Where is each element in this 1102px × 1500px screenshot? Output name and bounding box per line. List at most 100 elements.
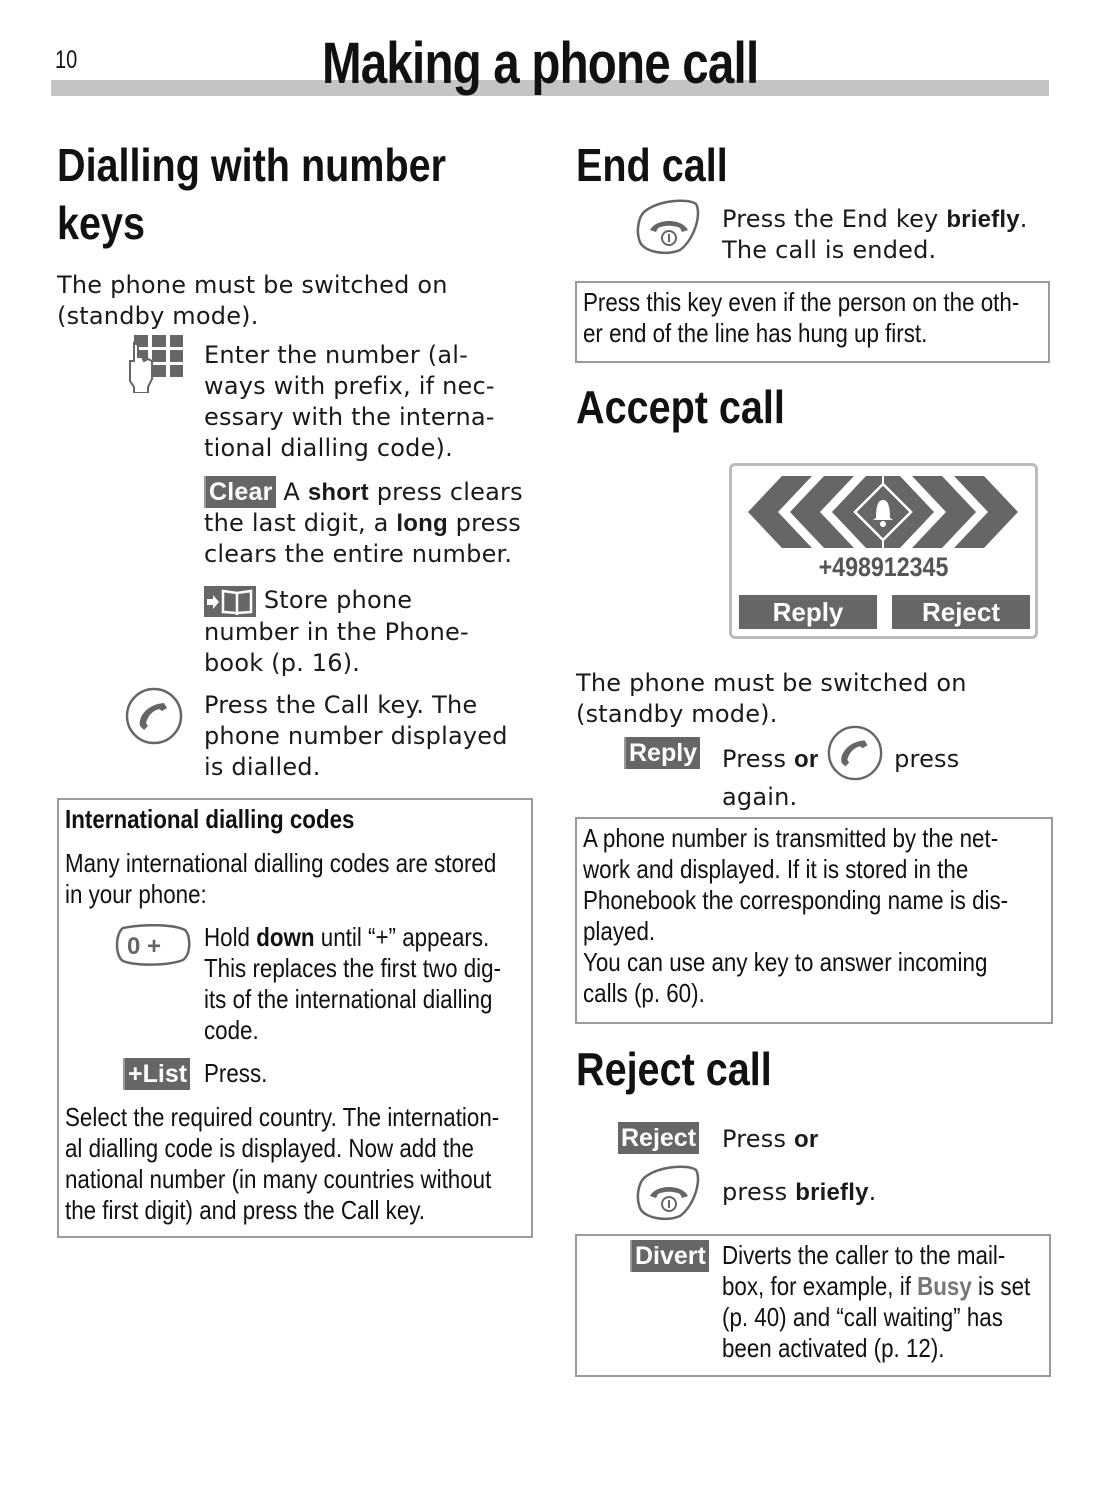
intl-dialling-box: International dialling codes Many intern… xyxy=(57,798,533,1238)
heading-reject-call: Reject call xyxy=(576,1043,772,1095)
text-line: clears the entire number. xyxy=(204,540,513,568)
section-end-call: End call xyxy=(576,136,752,194)
text: Press xyxy=(722,1125,787,1153)
phonebook-icon xyxy=(207,589,253,615)
text-line: in your phone: xyxy=(65,879,207,909)
intl-box-title: International dialling codes xyxy=(65,804,355,834)
text: press clears xyxy=(376,478,523,506)
text: until “+” appears. xyxy=(320,922,490,952)
text-line: been activated (p. 12). xyxy=(722,1333,945,1363)
section-accept-call: Accept call xyxy=(576,378,819,436)
store-phonebook-softkey[interactable] xyxy=(204,585,256,617)
text-line: its of the international dialling xyxy=(204,984,493,1014)
clear-softkey[interactable]: Clear xyxy=(204,476,276,508)
text-line: work and displayed. If it is stored in t… xyxy=(583,854,969,884)
display-reply-softkey[interactable]: Reply xyxy=(739,595,877,629)
call-key-icon[interactable] xyxy=(124,686,184,746)
call-key-text: Press the Call key. The phone number dis… xyxy=(204,690,508,783)
reject-end-key-text: press briefly. xyxy=(722,1177,876,1208)
text-line: national number (in many countries witho… xyxy=(65,1164,492,1194)
list-press-text: Press. xyxy=(204,1058,268,1088)
text-line: Phonebook the corresponding name is dis- xyxy=(583,885,1009,915)
accept-call-note-box: A phone number is transmitted by the net… xyxy=(575,817,1053,1024)
text-line: number in the Phone- xyxy=(204,617,469,646)
text-line: er end of the line has hung up first. xyxy=(583,318,928,348)
text-line: You can use any key to answer incoming xyxy=(583,947,988,977)
store-instruction: Store phone number in the Phone- book (p… xyxy=(204,585,469,679)
text-line: The phone must be switched on xyxy=(576,669,967,697)
bold-text: short xyxy=(307,479,369,506)
bold-text: or xyxy=(794,746,819,773)
text: Press the End key xyxy=(722,205,939,233)
bold-text: briefly xyxy=(946,206,1020,233)
accept-call-note: A phone number is transmitted by the net… xyxy=(583,823,1065,1009)
end-key-icon[interactable] xyxy=(636,198,700,256)
bold-text: briefly xyxy=(795,1179,869,1206)
text-line: tional dialling code). xyxy=(204,434,453,462)
text: press xyxy=(722,1178,788,1206)
intl-box-intro: Many international dialling codes are st… xyxy=(65,848,547,910)
reply-softkey[interactable]: Reply xyxy=(624,737,701,769)
text: box, for example, if xyxy=(722,1271,911,1301)
busy-setting-link[interactable]: Busy xyxy=(917,1271,972,1301)
divert-softkey[interactable]: Divert xyxy=(630,1240,709,1272)
text-line: phone number displayed xyxy=(204,722,508,750)
list-softkey[interactable]: +List xyxy=(123,1058,191,1090)
bold-text: down xyxy=(256,922,315,952)
heading-accept-call: Accept call xyxy=(576,381,785,433)
text-line: code. xyxy=(204,1015,259,1045)
text-line: is dialled. xyxy=(204,753,321,781)
display-reject-softkey[interactable]: Reject xyxy=(892,595,1030,629)
section-dialling: Dialling with number keys xyxy=(57,136,509,252)
text: . xyxy=(868,1178,877,1206)
hold-down-text: Hold down until “+” appears. This replac… xyxy=(204,922,531,1046)
dialling-intro: The phone must be switched on (standby m… xyxy=(57,270,448,332)
reply-instruction: Press or press again. xyxy=(722,725,960,813)
text-line: ways with prefix, if nec- xyxy=(204,372,495,400)
reject-instruction: Press or xyxy=(722,1124,818,1155)
text-line: A phone number is transmitted by the net… xyxy=(583,823,999,853)
caller-number: +498912345 xyxy=(818,552,949,582)
text: Press xyxy=(722,745,787,773)
select-country-text: Select the required country. The interna… xyxy=(65,1102,547,1226)
text-line: played. xyxy=(583,916,656,946)
text: Store phone xyxy=(263,586,413,614)
accept-intro: The phone must be switched on (standby m… xyxy=(576,668,967,730)
text: is set xyxy=(978,1271,1031,1301)
heading-dialling-line2: keys xyxy=(57,197,146,249)
ringing-bell-animation-icon xyxy=(748,476,1018,548)
text: A xyxy=(283,478,301,506)
text-line: This replaces the first two dig- xyxy=(204,953,502,983)
text-line: calls (p. 60). xyxy=(583,978,705,1008)
keypad-icon xyxy=(129,335,183,393)
divert-text: Diverts the caller to the mail- box, for… xyxy=(722,1240,1049,1364)
text-line: Enter the number (al- xyxy=(204,341,468,369)
text-line: Diverts the caller to the mail- xyxy=(722,1240,1006,1270)
intro-line: The phone must be switched on xyxy=(57,271,448,299)
zero-plus-key-icon[interactable]: 0 + xyxy=(113,924,191,966)
text-line: (standby mode). xyxy=(576,700,778,728)
call-key-icon[interactable] xyxy=(826,724,884,782)
text-line: Press this key even if the person on the… xyxy=(583,287,1020,317)
page-number: 10 xyxy=(55,46,78,74)
text: press xyxy=(894,745,960,773)
end-call-note: Press this key even if the person on the… xyxy=(583,287,1065,349)
heading-dialling-line1: Dialling with number xyxy=(57,139,447,191)
end-key-icon[interactable] xyxy=(636,1164,700,1222)
text-line: Many international dialling codes are st… xyxy=(65,848,497,878)
text-line: (p. 40) and “call waiting” has xyxy=(722,1302,1003,1332)
text-line: The call is ended. xyxy=(722,236,937,264)
divert-note-box: Divert Diverts the caller to the mail- b… xyxy=(575,1234,1051,1377)
text-line: book (p. 16). xyxy=(204,648,361,677)
enter-number-text: Enter the number (al- ways with prefix, … xyxy=(204,340,495,464)
text: the last digit, a xyxy=(204,509,389,537)
heading-end-call: End call xyxy=(576,139,728,191)
text-line: again. xyxy=(722,783,798,811)
reject-softkey[interactable]: Reject xyxy=(618,1122,700,1154)
intro-line: (standby mode). xyxy=(57,302,259,330)
text-line: essary with the interna- xyxy=(204,403,495,431)
zero-plus-key-label: 0 + xyxy=(127,933,161,960)
text-line: Select the required country. The interna… xyxy=(65,1102,500,1132)
bold-text: or xyxy=(794,1126,819,1153)
page-title: Making a phone call xyxy=(322,31,759,96)
